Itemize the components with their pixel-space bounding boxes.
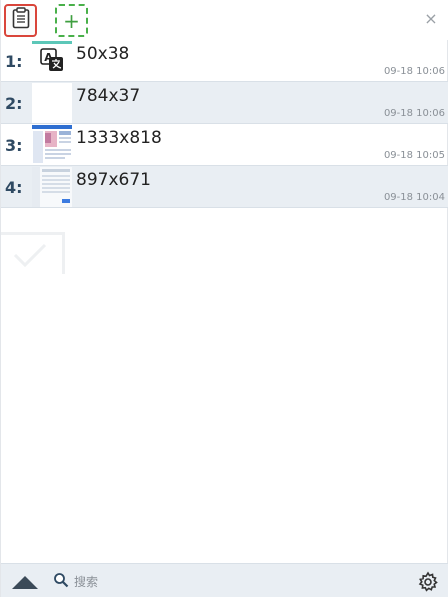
clip-list: 1: A 50x38 09-18 10:06 2: 784x37 09-18 1… bbox=[1, 40, 448, 208]
item-index: 4: bbox=[5, 178, 23, 197]
item-title: 784x37 bbox=[76, 86, 141, 106]
item-timestamp: 09-18 10:06 bbox=[383, 66, 445, 77]
item-thumbnail bbox=[32, 125, 72, 165]
clipboard-icon bbox=[12, 7, 30, 34]
add-clip-button[interactable]: + bbox=[55, 4, 88, 37]
list-item[interactable]: 4: 897x671 09-18 10:04 bbox=[1, 166, 448, 208]
item-timestamp: 09-18 10:04 bbox=[383, 192, 445, 203]
translate-icon: A bbox=[39, 47, 65, 78]
item-index: 2: bbox=[5, 94, 23, 113]
list-item[interactable]: 1: A 50x38 09-18 10:06 bbox=[1, 40, 448, 82]
clipboard-button[interactable] bbox=[4, 4, 37, 37]
gear-icon bbox=[417, 571, 439, 597]
item-title: 897x671 bbox=[76, 170, 151, 190]
list-item[interactable]: 3: 1333x818 09-18 10:05 bbox=[1, 124, 448, 166]
bottom-bar bbox=[1, 563, 448, 597]
item-title: 50x38 bbox=[76, 44, 130, 64]
search-input[interactable] bbox=[74, 575, 334, 589]
item-thumbnail bbox=[32, 83, 72, 123]
item-thumbnail bbox=[32, 167, 72, 207]
item-title: 1333x818 bbox=[76, 128, 162, 148]
close-button[interactable]: × bbox=[423, 11, 439, 27]
item-index: 3: bbox=[5, 136, 23, 155]
item-index: 1: bbox=[5, 52, 23, 71]
settings-button[interactable] bbox=[417, 571, 439, 593]
item-timestamp: 09-18 10:06 bbox=[383, 108, 445, 119]
scroll-top-button[interactable] bbox=[10, 573, 40, 591]
watermark-check bbox=[1, 232, 65, 274]
top-toolbar: + × bbox=[1, 0, 448, 40]
magnifier-icon bbox=[53, 572, 69, 593]
clipboard-history-window: + × 1: A 50x38 09-18 10:06 2: 784x37 09-… bbox=[0, 0, 448, 597]
item-thumbnail: A bbox=[32, 41, 72, 81]
item-timestamp: 09-18 10:05 bbox=[383, 150, 445, 161]
triangle-up-icon bbox=[10, 576, 40, 595]
plus-icon: + bbox=[63, 8, 80, 33]
search-box[interactable] bbox=[53, 572, 353, 592]
list-item[interactable]: 2: 784x37 09-18 10:06 bbox=[1, 82, 448, 124]
